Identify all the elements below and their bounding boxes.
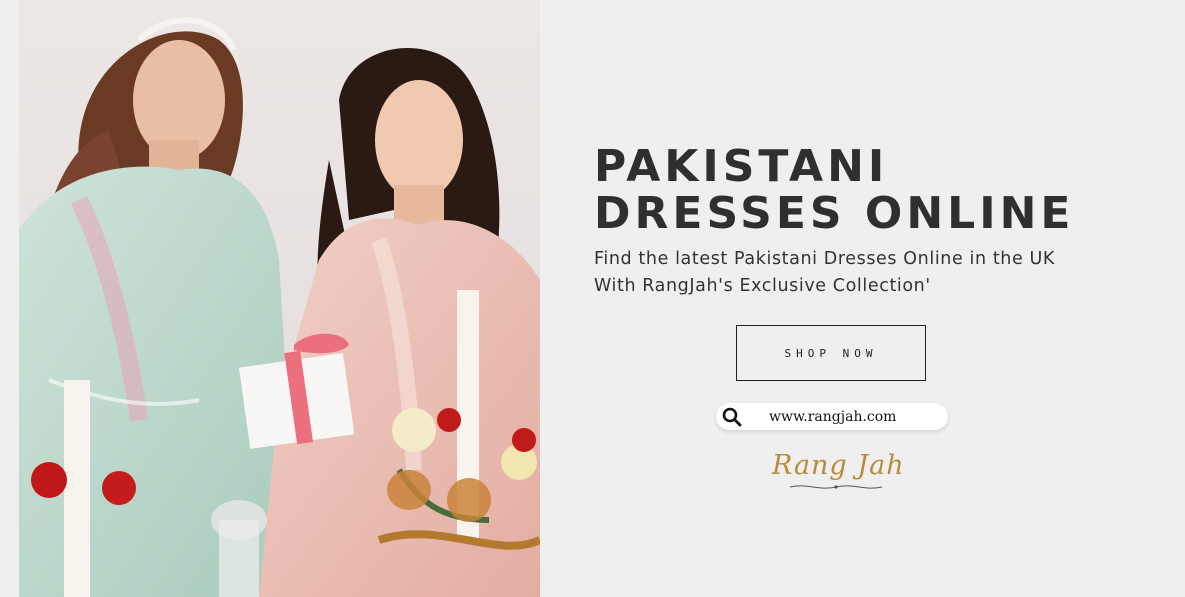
hero-subtitle: Find the latest Pakistani Dresses Online… xyxy=(594,246,1055,300)
subtitle-line-2: With RangJah's Exclusive Collection' xyxy=(594,276,931,296)
subtitle-line-1: Find the latest Pakistani Dresses Online… xyxy=(594,249,1055,269)
rangjah-logo: Rang Jah xyxy=(768,448,904,494)
website-search-bar[interactable]: www.rangjah.com xyxy=(716,403,948,430)
shop-now-button[interactable]: SHOP NOW xyxy=(736,325,926,381)
title-line-1: PAKISTANI xyxy=(594,141,889,192)
logo-text: Rang Jah xyxy=(772,450,905,481)
hero-image xyxy=(19,0,540,597)
left-margin xyxy=(0,0,18,597)
title-line-2: DRESSES ONLINE xyxy=(594,188,1075,239)
website-url[interactable]: www.rangjah.com xyxy=(769,409,896,425)
search-icon xyxy=(721,406,743,428)
page-title: PAKISTANI DRESSES ONLINE xyxy=(594,143,1074,237)
logo-flourish xyxy=(789,485,883,489)
